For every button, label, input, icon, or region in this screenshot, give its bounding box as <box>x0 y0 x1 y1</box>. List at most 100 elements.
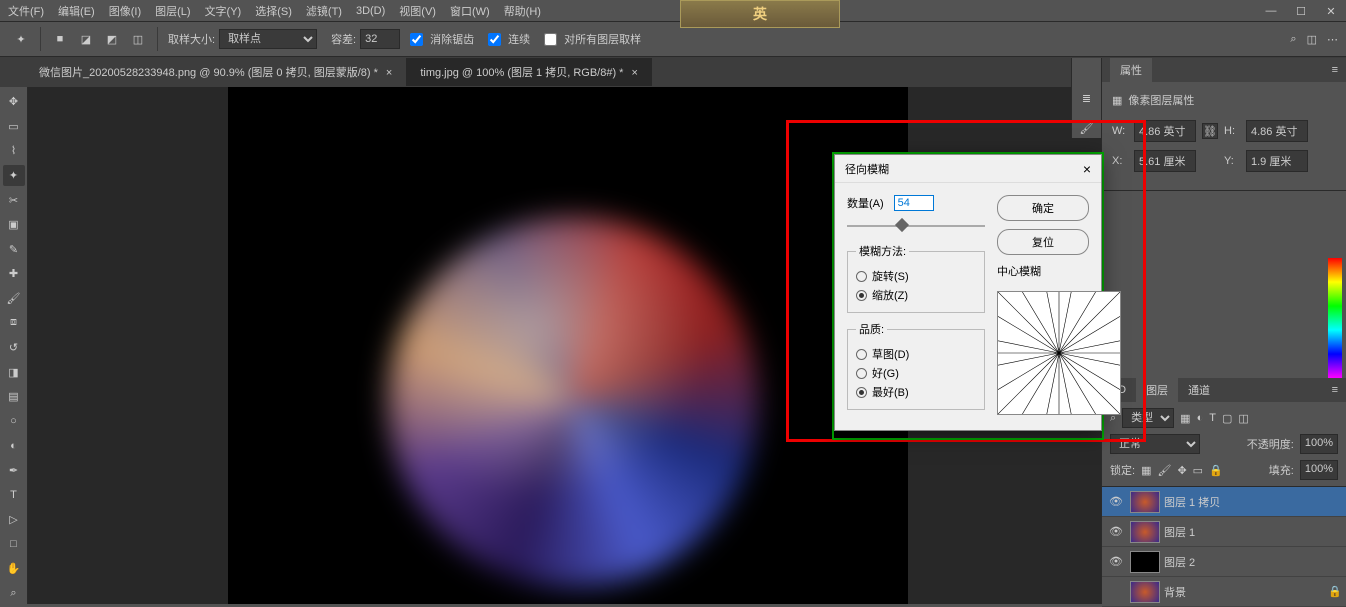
menu-type[interactable]: 文字(Y) <box>205 3 242 19</box>
tab-layers[interactable]: 图层 <box>1136 378 1178 402</box>
workspace-icon[interactable]: ◫ <box>1307 33 1317 46</box>
menu-image[interactable]: 图像(I) <box>109 3 141 19</box>
x-field[interactable]: 5.61 厘米 <box>1134 150 1196 172</box>
move-tool-icon[interactable]: ✥ <box>3 91 25 113</box>
pen-tool-icon[interactable]: ✒ <box>3 460 25 482</box>
tab-doc-1[interactable]: 微信图片_20200528233948.png @ 90.9% (图层 0 拷贝… <box>25 58 406 86</box>
minimize-button[interactable]: — <box>1256 0 1286 22</box>
layer-row[interactable]: 👁 图层 1 拷贝 <box>1102 487 1346 517</box>
hand-tool-icon[interactable]: ✋ <box>3 558 25 580</box>
eraser-tool-icon[interactable]: ◨ <box>3 361 25 383</box>
history-panel-icon[interactable]: ≣ <box>1077 88 1097 108</box>
menu-3d[interactable]: 3D(D) <box>356 5 385 17</box>
amount-slider[interactable] <box>847 217 985 235</box>
fill-value[interactable]: 100% <box>1300 460 1338 480</box>
menu-file[interactable]: 文件(F) <box>8 3 44 19</box>
layer-name[interactable]: 背景 <box>1164 584 1186 600</box>
layer-name[interactable]: 图层 1 <box>1164 524 1195 540</box>
blend-mode-select[interactable]: 正常 <box>1110 434 1200 454</box>
amount-input[interactable]: 54 <box>894 195 934 211</box>
layer-row[interactable]: 背景🔒 <box>1102 577 1346 607</box>
tab-doc-2[interactable]: timg.jpg @ 100% (图层 1 拷贝, RGB/8#) *× <box>406 58 652 86</box>
close-icon[interactable]: × <box>1083 161 1091 177</box>
selection-subtract-icon[interactable]: ◩ <box>102 29 122 49</box>
wand-tool-icon[interactable]: ✦ <box>3 165 25 187</box>
cancel-button[interactable]: 复位 <box>997 229 1089 255</box>
menu-edit[interactable]: 编辑(E) <box>58 3 95 19</box>
close-icon[interactable]: × <box>386 67 392 79</box>
close-button[interactable]: ✕ <box>1316 0 1346 22</box>
layer-thumb[interactable] <box>1130 581 1160 603</box>
menu-window[interactable]: 窗口(W) <box>450 3 490 19</box>
sample-size-select[interactable]: 取样点 <box>219 29 317 49</box>
lock-all-icon[interactable]: 🔒 <box>1209 464 1223 477</box>
lock-artboard-icon[interactable]: ▭ <box>1193 464 1203 477</box>
ok-button[interactable]: 确定 <box>997 195 1089 221</box>
frame-tool-icon[interactable]: ▣ <box>3 214 25 236</box>
selection-new-icon[interactable]: ■ <box>50 29 70 49</box>
opacity-value[interactable]: 100% <box>1300 434 1338 454</box>
brush-tool-icon[interactable]: 🖌 <box>3 288 25 310</box>
menu-filter[interactable]: 滤镜(T) <box>306 3 342 19</box>
crop-tool-icon[interactable]: ✂ <box>3 189 25 211</box>
height-field[interactable]: 4.86 英寸 <box>1246 120 1308 142</box>
layer-thumb[interactable] <box>1130 551 1160 573</box>
contiguous-checkbox[interactable] <box>488 33 501 46</box>
panel-menu-icon[interactable]: ≡ <box>1332 64 1338 76</box>
layer-name[interactable]: 图层 1 拷贝 <box>1164 494 1220 510</box>
marquee-tool-icon[interactable]: ▭ <box>3 116 25 138</box>
path-tool-icon[interactable]: ▷ <box>3 509 25 531</box>
layer-row[interactable]: 👁 图层 1 <box>1102 517 1346 547</box>
zoom-radio[interactable]: 缩放(Z) <box>856 287 976 303</box>
stamp-tool-icon[interactable]: ⧈ <box>3 312 25 334</box>
menu-layer[interactable]: 图层(L) <box>155 3 190 19</box>
menu-help[interactable]: 帮助(H) <box>504 3 541 19</box>
type-tool-icon[interactable]: T <box>3 484 25 506</box>
lock-pixels-icon[interactable]: ▦ <box>1141 464 1151 477</box>
lasso-tool-icon[interactable]: ⌇ <box>3 140 25 162</box>
shape-tool-icon[interactable]: □ <box>3 533 25 555</box>
magic-wand-icon[interactable]: ✦ <box>11 29 31 49</box>
blur-tool-icon[interactable]: ○ <box>3 411 25 433</box>
panel-menu-icon[interactable]: ≡ <box>1322 380 1346 400</box>
visibility-icon[interactable]: 👁 <box>1106 555 1126 568</box>
all-layers-checkbox[interactable] <box>544 33 557 46</box>
maximize-button[interactable]: ☐ <box>1286 0 1316 22</box>
gradient-tool-icon[interactable]: ▤ <box>3 386 25 408</box>
visibility-icon[interactable]: 👁 <box>1106 495 1126 508</box>
antialias-checkbox[interactable] <box>410 33 423 46</box>
eyedropper-tool-icon[interactable]: ✎ <box>3 238 25 260</box>
lock-position-icon[interactable]: ✥ <box>1177 464 1186 477</box>
filter-adjust-icon[interactable]: ◐ <box>1197 412 1204 424</box>
menu-view[interactable]: 视图(V) <box>399 3 436 19</box>
best-radio[interactable]: 最好(B) <box>856 384 976 400</box>
layer-name[interactable]: 图层 2 <box>1164 554 1195 570</box>
good-radio[interactable]: 好(G) <box>856 365 976 381</box>
menu-select[interactable]: 选择(S) <box>255 3 292 19</box>
selection-intersect-icon[interactable]: ◫ <box>128 29 148 49</box>
draft-radio[interactable]: 草图(D) <box>856 346 976 362</box>
layer-row[interactable]: 👁 图层 2 <box>1102 547 1346 577</box>
filter-kind-select[interactable]: 类型 <box>1122 408 1174 428</box>
layer-thumb[interactable] <box>1130 491 1160 513</box>
ime-indicator[interactable]: 英 <box>680 0 840 28</box>
spin-radio[interactable]: 旋转(S) <box>856 268 976 284</box>
filter-pixel-icon[interactable]: ▦ <box>1180 412 1190 425</box>
blur-center-preview[interactable] <box>997 291 1121 415</box>
tolerance-input[interactable] <box>360 29 400 49</box>
filter-type-icon[interactable]: T <box>1209 412 1216 424</box>
dodge-tool-icon[interactable]: ◐ <box>3 435 25 457</box>
width-field[interactable]: 4.86 英寸 <box>1134 120 1196 142</box>
y-field[interactable]: 1.9 厘米 <box>1246 150 1308 172</box>
brush-panel-icon[interactable]: 🖌 <box>1077 118 1097 138</box>
zoom-tool-icon[interactable]: ⌕ <box>3 583 25 605</box>
heal-tool-icon[interactable]: ✚ <box>3 263 25 285</box>
layer-thumb[interactable] <box>1130 521 1160 543</box>
close-icon[interactable]: × <box>631 67 637 79</box>
visibility-icon[interactable]: 👁 <box>1106 525 1126 538</box>
properties-tab[interactable]: 属性 <box>1110 58 1152 82</box>
filter-smart-icon[interactable]: ◫ <box>1238 412 1248 425</box>
selection-add-icon[interactable]: ◪ <box>76 29 96 49</box>
lock-brush-icon[interactable]: 🖌 <box>1157 464 1171 477</box>
color-strip[interactable] <box>1328 258 1342 378</box>
